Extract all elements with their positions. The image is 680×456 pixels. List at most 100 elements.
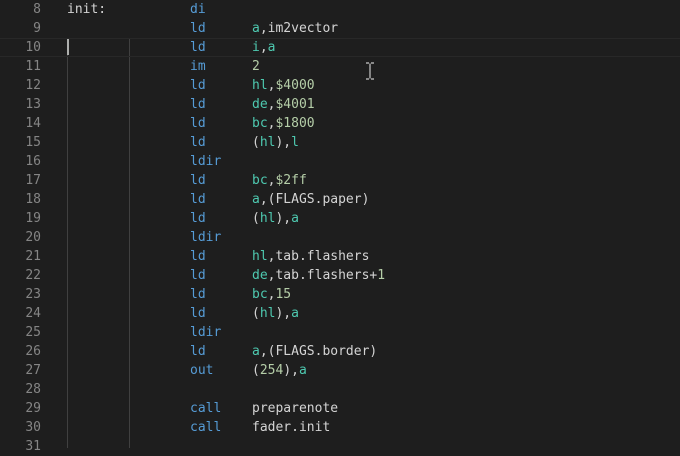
- line-number: 8: [33, 2, 41, 17]
- mnemonic: ld: [190, 135, 206, 150]
- mnemonic: ld: [190, 192, 206, 207]
- mnemonic: out: [190, 363, 214, 378]
- mnemonic: ldir: [190, 154, 222, 169]
- code-line[interactable]: 23 ld bc,15: [0, 285, 680, 304]
- line-number: 15: [25, 135, 41, 150]
- code-line[interactable]: 8 init: di: [0, 0, 680, 19]
- token-punc: ),: [275, 306, 292, 321]
- operands: 2: [252, 57, 260, 76]
- token-num: 2: [252, 59, 260, 74]
- code-line[interactable]: 10 ld i,a: [0, 38, 680, 57]
- code-line[interactable]: 28: [0, 380, 680, 399]
- line-number: 22: [25, 268, 41, 283]
- code-line[interactable]: 21 ld hl,tab.flashers: [0, 247, 680, 266]
- token-reg: bc: [252, 116, 268, 131]
- code-line[interactable]: 30 call fader.init: [0, 418, 680, 437]
- line-number: 14: [25, 116, 41, 131]
- line-number: 31: [25, 439, 41, 454]
- code-line[interactable]: 17 ld bc,$2ff: [0, 171, 680, 190]
- token-reg: hl: [259, 135, 276, 150]
- token-num: $4001: [275, 97, 315, 112]
- mnemonic: ld: [190, 97, 206, 112]
- token-punc: ,(: [259, 344, 276, 359]
- mnemonic: ldir: [190, 230, 222, 245]
- token-punc: ): [369, 344, 378, 359]
- mnemonic: ld: [190, 78, 206, 93]
- mnemonic: ld: [190, 21, 206, 36]
- code-line[interactable]: 12 ld hl,$4000: [0, 76, 680, 95]
- line-number: 11: [25, 59, 41, 74]
- code-line[interactable]: 22 ld de,tab.flashers+1: [0, 266, 680, 285]
- mnemonic: call: [190, 401, 222, 416]
- line-number: 24: [25, 306, 41, 321]
- code-line[interactable]: 15 ld (hl),l: [0, 133, 680, 152]
- mnemonic: ld: [190, 306, 206, 321]
- operands: fader.init: [252, 418, 330, 437]
- line-number: 21: [25, 249, 41, 264]
- line-number: 16: [25, 154, 41, 169]
- code-line[interactable]: 9 ld a,im2vector: [0, 19, 680, 38]
- token-num: 254: [259, 363, 284, 378]
- operands: hl,$4000: [252, 76, 315, 95]
- token-reg: a: [252, 344, 260, 359]
- token-reg: hl: [259, 211, 276, 226]
- token-num: 1: [377, 268, 386, 283]
- token-sym: tab.flashers: [275, 249, 370, 264]
- line-number: 30: [25, 420, 41, 435]
- line-number: 12: [25, 78, 41, 93]
- mnemonic: ldir: [190, 325, 222, 340]
- line-number: 19: [25, 211, 41, 226]
- code-line[interactable]: 13 ld de,$4001: [0, 95, 680, 114]
- token-punc: ,: [259, 40, 268, 55]
- mnemonic: ld: [190, 344, 206, 359]
- code-line[interactable]: 31: [0, 437, 680, 456]
- line-number: 25: [25, 325, 41, 340]
- mnemonic: ld: [190, 211, 206, 226]
- token-punc: ),: [275, 135, 292, 150]
- token-punc: ),: [275, 211, 292, 226]
- token-punc: (: [252, 363, 260, 378]
- token-sym: FLAGS.border: [275, 344, 370, 359]
- token-reg: a: [291, 211, 299, 226]
- token-sym: im2vector: [267, 21, 339, 36]
- operands: hl,tab.flashers: [252, 247, 369, 266]
- token-punc: (: [252, 211, 260, 226]
- code-line[interactable]: 25 ldir: [0, 323, 680, 342]
- operands: (hl),l: [252, 133, 299, 152]
- operands: (hl),a: [252, 209, 299, 228]
- operands: de,tab.flashers+1: [252, 266, 385, 285]
- code-editor[interactable]: 8 init: di 9 ld a,im2vector 10 ld i,a 11 im 2 12 ld hl…: [0, 0, 680, 454]
- code-line[interactable]: 11 im 2: [0, 57, 680, 76]
- code-line[interactable]: 26 ld a,(FLAGS.border): [0, 342, 680, 361]
- code-line[interactable]: 16 ldir: [0, 152, 680, 171]
- code-line[interactable]: 29 call preparenote: [0, 399, 680, 418]
- code-line[interactable]: 19 ld (hl),a: [0, 209, 680, 228]
- code-line[interactable]: 24 ld (hl),a: [0, 304, 680, 323]
- token-reg: bc: [252, 173, 268, 188]
- code-line[interactable]: 20 ldir: [0, 228, 680, 247]
- code-line[interactable]: 18 ld a,(FLAGS.paper): [0, 190, 680, 209]
- code-line[interactable]: 14 ld bc,$1800: [0, 114, 680, 133]
- line-number: 27: [25, 363, 41, 378]
- token-reg: de: [252, 268, 268, 283]
- mnemonic: ld: [190, 287, 206, 302]
- ibeam-cursor-icon: [366, 62, 374, 80]
- operands: bc,$2ff: [252, 171, 307, 190]
- operands: bc,$1800: [252, 114, 315, 133]
- operands: (254),a: [252, 361, 307, 380]
- text-cursor: [67, 39, 69, 55]
- mnemonic: ld: [190, 268, 206, 283]
- token-punc: ): [361, 192, 370, 207]
- mnemonic: ld: [190, 40, 206, 55]
- operands: preparenote: [252, 399, 338, 418]
- operands: a,(FLAGS.border): [252, 342, 377, 361]
- token-num: $4000: [275, 78, 315, 93]
- token-reg: hl: [252, 249, 268, 264]
- operands: i,a: [252, 38, 275, 57]
- mnemonic: ld: [190, 116, 206, 131]
- token-sym: tab.flashers: [275, 268, 370, 283]
- token-reg: hl: [252, 78, 268, 93]
- mnemonic: ld: [190, 173, 206, 188]
- code-line[interactable]: 27 out (254),a: [0, 361, 680, 380]
- line-number: 10: [25, 40, 41, 55]
